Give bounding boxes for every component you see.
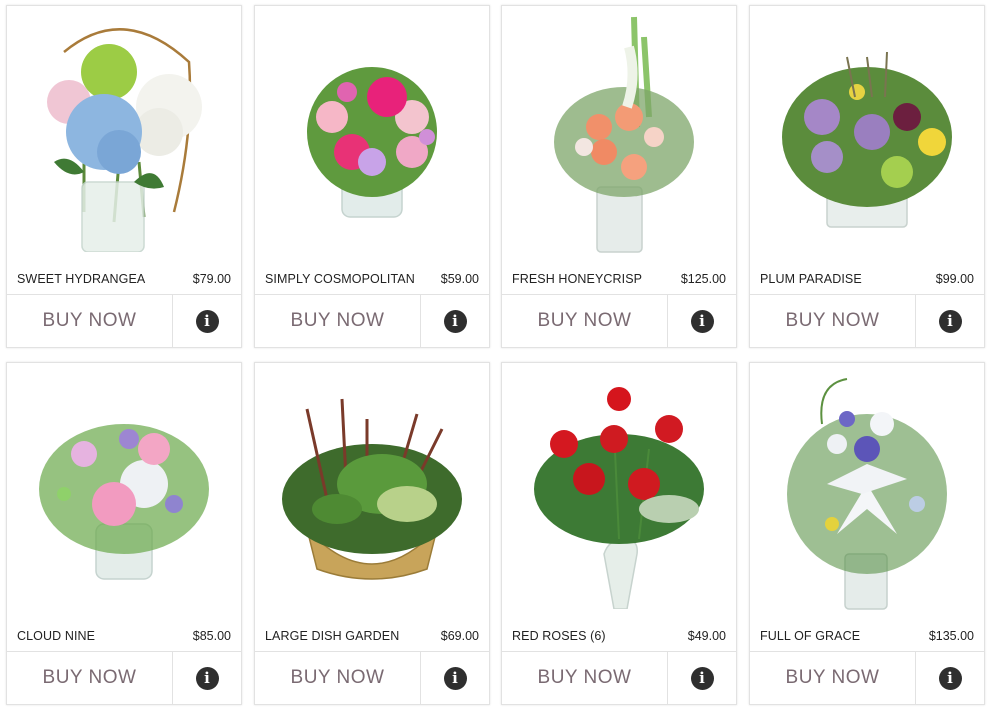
info-circle-icon: i	[690, 666, 714, 690]
product-card[interactable]: PLUM PARADISE $99.00 BUY NOW i	[749, 5, 985, 348]
buy-now-button[interactable]: BUY NOW	[255, 652, 421, 704]
product-card[interactable]: LARGE DISH GARDEN $69.00 BUY NOW i	[254, 362, 490, 705]
product-name[interactable]: SIMPLY COSMOPOLITAN	[265, 272, 415, 286]
product-actions: BUY NOW i	[750, 651, 984, 704]
product-actions: BUY NOW i	[255, 651, 489, 704]
product-name[interactable]: CLOUD NINE	[17, 629, 95, 643]
buy-now-button[interactable]: BUY NOW	[502, 652, 668, 704]
product-card[interactable]: FULL OF GRACE $135.00 BUY NOW i	[749, 362, 985, 705]
product-price: $135.00	[928, 629, 974, 643]
product-card[interactable]: RED ROSES (6) $49.00 BUY NOW i	[501, 362, 737, 705]
product-image-simply-cosmopolitan[interactable]	[256, 7, 488, 257]
product-grid: SWEET HYDRANGEA $79.00 BUY NOW i SIMPLY …	[0, 0, 998, 713]
info-button[interactable]: i	[668, 295, 736, 347]
info-button[interactable]: i	[916, 295, 984, 347]
product-name[interactable]: RED ROSES (6)	[512, 629, 606, 643]
info-button[interactable]: i	[173, 652, 241, 704]
product-price: $125.00	[680, 272, 726, 286]
buy-now-button[interactable]: BUY NOW	[750, 295, 916, 347]
info-button[interactable]: i	[421, 652, 489, 704]
product-price: $49.00	[687, 629, 726, 643]
info-button[interactable]: i	[173, 295, 241, 347]
product-name[interactable]: FULL OF GRACE	[760, 629, 860, 643]
info-button[interactable]: i	[916, 652, 984, 704]
product-actions: BUY NOW i	[750, 294, 984, 347]
product-image-sweet-hydrangea[interactable]	[8, 7, 240, 257]
product-price: $99.00	[935, 272, 974, 286]
info-circle-icon: i	[938, 309, 962, 333]
product-name[interactable]: LARGE DISH GARDEN	[265, 629, 399, 643]
product-name[interactable]: FRESH HONEYCRISP	[512, 272, 642, 286]
product-image-plum-paradise[interactable]	[751, 7, 983, 257]
product-actions: BUY NOW i	[502, 294, 736, 347]
buy-now-button[interactable]: BUY NOW	[7, 652, 173, 704]
product-card[interactable]: SWEET HYDRANGEA $79.00 BUY NOW i	[6, 5, 242, 348]
info-button[interactable]: i	[668, 652, 736, 704]
product-actions: BUY NOW i	[255, 294, 489, 347]
info-circle-icon: i	[443, 666, 467, 690]
product-actions: BUY NOW i	[502, 651, 736, 704]
product-image-fresh-honeycrisp[interactable]	[503, 7, 735, 257]
product-image-cloud-nine[interactable]	[8, 364, 240, 614]
product-price: $59.00	[440, 272, 479, 286]
buy-now-button[interactable]: BUY NOW	[750, 652, 916, 704]
info-circle-icon: i	[690, 309, 714, 333]
product-image-red-roses[interactable]	[503, 364, 735, 614]
info-circle-icon: i	[443, 309, 467, 333]
info-circle-icon: i	[195, 309, 219, 333]
product-actions: BUY NOW i	[7, 651, 241, 704]
info-button[interactable]: i	[421, 295, 489, 347]
buy-now-button[interactable]: BUY NOW	[502, 295, 668, 347]
product-name[interactable]: SWEET HYDRANGEA	[17, 272, 145, 286]
info-circle-icon: i	[938, 666, 962, 690]
product-price: $85.00	[192, 629, 231, 643]
info-circle-icon: i	[195, 666, 219, 690]
product-card[interactable]: SIMPLY COSMOPOLITAN $59.00 BUY NOW i	[254, 5, 490, 348]
product-name[interactable]: PLUM PARADISE	[760, 272, 862, 286]
product-card[interactable]: CLOUD NINE $85.00 BUY NOW i	[6, 362, 242, 705]
product-image-full-of-grace[interactable]	[751, 364, 983, 614]
buy-now-button[interactable]: BUY NOW	[255, 295, 421, 347]
product-image-large-dish-garden[interactable]	[256, 364, 488, 614]
product-card[interactable]: FRESH HONEYCRISP $125.00 BUY NOW i	[501, 5, 737, 348]
buy-now-button[interactable]: BUY NOW	[7, 295, 173, 347]
product-actions: BUY NOW i	[7, 294, 241, 347]
product-price: $69.00	[440, 629, 479, 643]
product-price: $79.00	[192, 272, 231, 286]
